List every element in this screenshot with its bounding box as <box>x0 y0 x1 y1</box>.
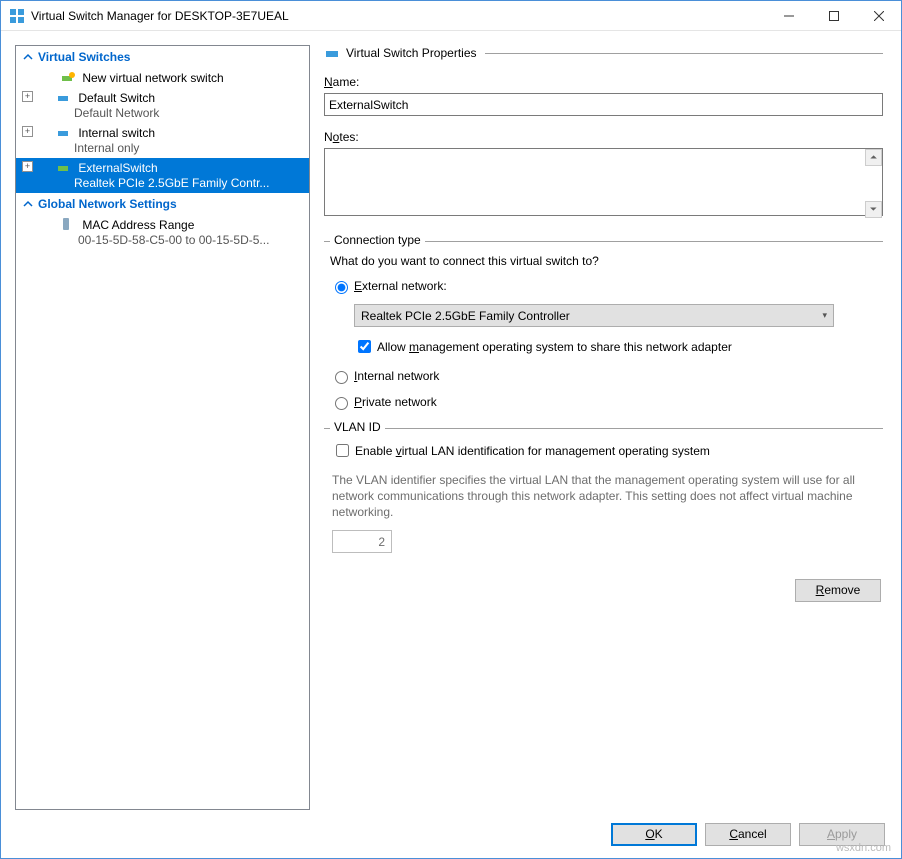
group-label: Connection type <box>330 233 425 247</box>
scroll-down-icon[interactable]: ⏷ <box>865 201 882 218</box>
sidebar-item-internal-switch[interactable]: + Internal switch Internal only <box>16 123 309 158</box>
sidebar-item-new-switch[interactable]: New virtual network switch <box>16 68 309 88</box>
expand-icon[interactable]: + <box>22 126 33 137</box>
expand-icon[interactable]: + <box>22 91 33 102</box>
vlan-id-input <box>332 530 392 553</box>
sidebar-sub-label: 00-15-5D-58-C5-00 to 00-15-5D-5... <box>60 233 305 248</box>
vlan-description: The VLAN identifier specifies the virtua… <box>332 472 875 520</box>
section-heading: Virtual Switch Properties <box>324 45 883 61</box>
allow-mgmt-checkbox[interactable]: Allow management operating system to sha… <box>354 337 877 356</box>
dialog-button-bar: OK Cancel Apply <box>1 810 901 858</box>
window-controls <box>766 1 901 30</box>
sidebar-sub-label: Default Network <box>38 106 305 121</box>
category-virtual-switches[interactable]: Virtual Switches <box>16 46 309 68</box>
name-input[interactable] <box>324 93 883 116</box>
window-title: Virtual Switch Manager for DESKTOP-3E7UE… <box>31 9 766 23</box>
connection-type-group: Connection type What do you want to conn… <box>324 241 883 422</box>
cancel-button[interactable]: Cancel <box>705 823 791 846</box>
allow-mgmt-input[interactable] <box>358 340 371 353</box>
chevron-up-icon <box>22 51 34 63</box>
connection-prompt: What do you want to connect this virtual… <box>330 254 877 268</box>
switch-icon <box>56 162 72 174</box>
switch-icon <box>56 92 72 104</box>
adapter-dropdown[interactable]: Realtek PCIe 2.5GbE Family Controller ▾ <box>354 304 834 327</box>
sidebar: Virtual Switches New virtual network swi… <box>15 45 310 810</box>
name-label: Name: <box>324 75 883 89</box>
radio-internal[interactable]: Internal network <box>330 368 877 384</box>
radio-external-input[interactable] <box>335 281 348 294</box>
sidebar-item-mac-range[interactable]: MAC Address Range 00-15-5D-58-C5-00 to 0… <box>16 215 309 250</box>
nic-icon <box>60 217 76 229</box>
dialog-window: Virtual Switch Manager for DESKTOP-3E7UE… <box>0 0 902 859</box>
hyper-v-icon <box>9 8 25 24</box>
enable-vlan-input[interactable] <box>336 444 349 457</box>
scroll-up-icon[interactable]: ⏶ <box>865 149 882 166</box>
properties-panel: Virtual Switch Properties Name: Notes: ⏶… <box>320 45 887 810</box>
category-global-settings[interactable]: Global Network Settings <box>16 193 309 215</box>
chevron-up-icon <box>22 198 34 210</box>
radio-external[interactable]: External network: <box>330 278 877 294</box>
notes-label: Notes: <box>324 130 883 144</box>
notes-textarea[interactable] <box>324 148 883 216</box>
titlebar: Virtual Switch Manager for DESKTOP-3E7UE… <box>1 1 901 31</box>
switch-icon <box>56 127 72 139</box>
radio-private[interactable]: Private network <box>330 394 877 410</box>
group-label: VLAN ID <box>330 420 385 434</box>
maximize-button[interactable] <box>811 1 856 30</box>
minimize-button[interactable] <box>766 1 811 30</box>
chevron-down-icon: ▾ <box>822 310 827 321</box>
vlan-id-group: VLAN ID Enable virtual LAN identificatio… <box>324 428 883 561</box>
switch-icon <box>324 45 340 61</box>
radio-private-input[interactable] <box>335 397 348 410</box>
switch-add-icon <box>60 72 76 84</box>
divider <box>485 53 884 54</box>
content-area: Virtual Switches New virtual network swi… <box>1 31 901 810</box>
radio-internal-input[interactable] <box>335 371 348 384</box>
remove-button[interactable]: Remove <box>795 579 881 602</box>
ok-button[interactable]: OK <box>611 823 697 846</box>
watermark: wsxdn.com <box>836 842 891 854</box>
sidebar-item-external-switch[interactable]: + ExternalSwitch Realtek PCIe 2.5GbE Fam… <box>16 158 309 193</box>
sidebar-sub-label: Internal only <box>38 141 305 156</box>
sidebar-item-default-switch[interactable]: + Default Switch Default Network <box>16 88 309 123</box>
sidebar-sub-label: Realtek PCIe 2.5GbE Family Contr... <box>38 176 305 191</box>
expand-icon[interactable]: + <box>22 161 33 172</box>
enable-vlan-checkbox[interactable]: Enable virtual LAN identification for ma… <box>332 441 877 460</box>
close-button[interactable] <box>856 1 901 30</box>
